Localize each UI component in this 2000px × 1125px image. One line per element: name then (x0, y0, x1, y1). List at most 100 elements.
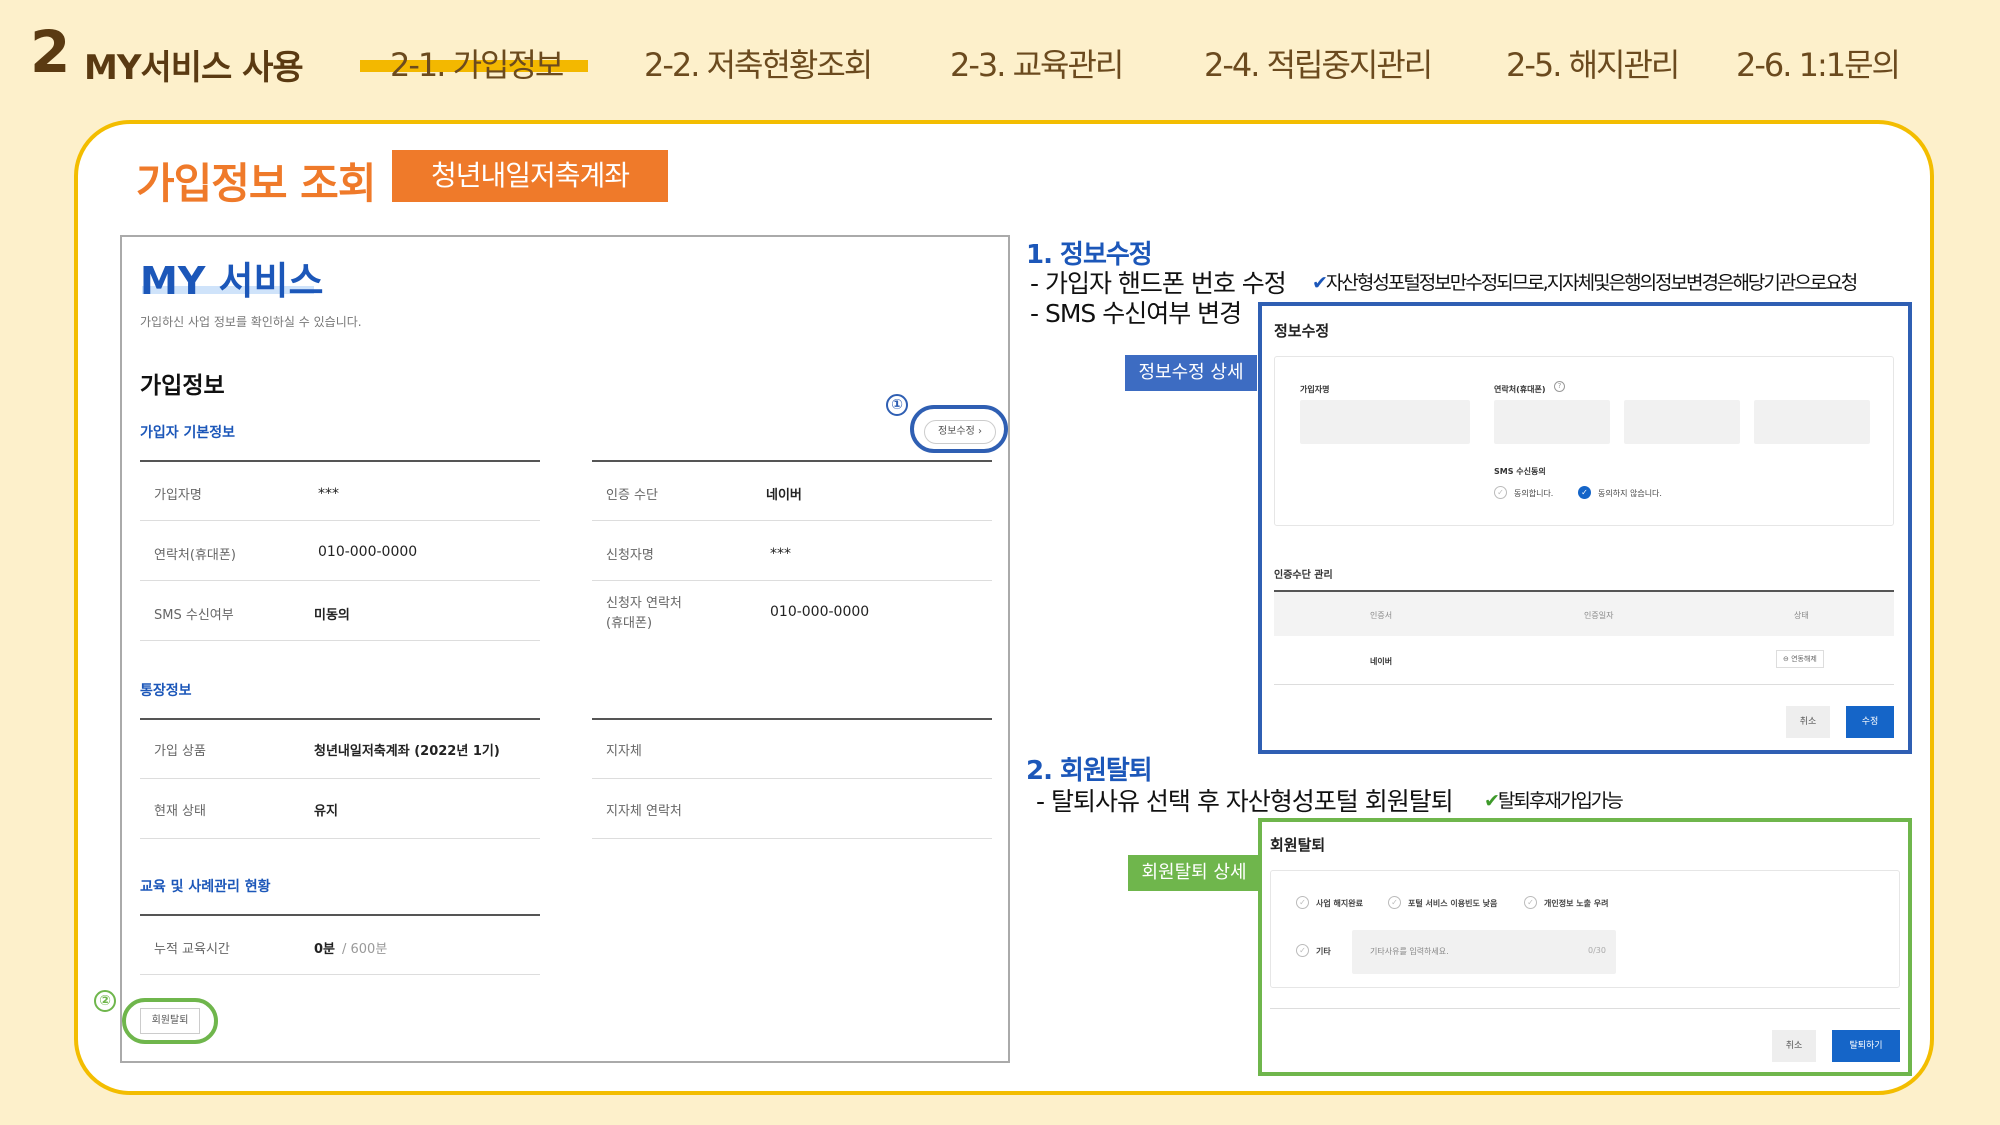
row-label: 가입자명 (154, 488, 202, 503)
auth-title: 인증수단 관리 (1274, 570, 1333, 581)
note-1-remark: ✔자산형성포털정보만수정되므로,지자체및은행의정보변경은해당기관으로요청 (1312, 268, 1858, 295)
row-label: 누적 교육시간 (154, 942, 230, 957)
check-icon[interactable]: ✓ (1494, 486, 1507, 499)
row-value: *** (318, 486, 339, 502)
divider (592, 718, 992, 720)
row-label: 연락처(휴대폰) (154, 548, 236, 563)
tab-inquiry[interactable]: 2-6. 1:1문의 (1736, 40, 1901, 86)
tab-termination[interactable]: 2-5. 해지관리 (1506, 40, 1680, 86)
submit-edit-button[interactable]: 수정 (1846, 706, 1894, 738)
help-icon[interactable]: ? (1554, 381, 1565, 392)
info-heading: 가입정보 (140, 373, 225, 399)
other-reason-placeholder: 기타사유를 입력하세요. (1370, 947, 1449, 956)
basic-info-heading: 가입자 기본정보 (140, 425, 236, 441)
check-icon[interactable]: ✓ (1524, 896, 1537, 909)
reason-option[interactable]: 개인정보 노출 우려 (1544, 898, 1608, 909)
name-label: 가입자명 (1300, 385, 1330, 394)
divider (592, 778, 992, 779)
row-value: *** (770, 546, 791, 562)
divider (592, 838, 992, 839)
row-value: 청년내일저축계좌 (2022년 1기) (314, 744, 500, 759)
row-label-line2: (휴대폰) (606, 616, 653, 631)
reason-option-other[interactable]: 기타 (1316, 946, 1331, 957)
divider (1270, 1008, 1900, 1009)
row-label: 지자체 연락처 (606, 804, 682, 819)
edit-detail-title: 정보수정 (1274, 322, 1330, 340)
unlink-button[interactable]: ⊖ 연동해제 (1776, 650, 1824, 668)
phone-field-3[interactable] (1754, 400, 1870, 444)
row-label: 현재 상태 (154, 804, 206, 819)
education-heading: 교육 및 사례관리 현황 (140, 879, 271, 895)
name-field (1300, 400, 1470, 444)
check-icon[interactable]: ✓ (1296, 896, 1309, 909)
divider (140, 718, 540, 720)
account-info-heading: 통장정보 (140, 683, 192, 699)
tab-savings-status[interactable]: 2-2. 저축현황조회 (644, 40, 873, 86)
edit-info-button[interactable]: 정보수정 › (924, 420, 996, 444)
row-label: 신청자명 (606, 548, 654, 563)
edit-detail-tag: 정보수정 상세 (1125, 355, 1257, 391)
marker-2: ② (94, 990, 116, 1012)
divider (140, 838, 540, 839)
my-service-description: 가입하신 사업 정보를 확인하실 수 있습니다. (140, 315, 362, 329)
divider (140, 640, 540, 641)
my-service-screenshot (120, 235, 1010, 1063)
check-icon[interactable]: ✓ (1296, 944, 1309, 957)
divider (592, 580, 992, 581)
edu-total: / 600분 (342, 942, 388, 957)
cancel-button[interactable]: 취소 (1786, 706, 1830, 738)
withdraw-button[interactable]: 회원탈퇴 (140, 1008, 200, 1034)
row-value: 네이버 (766, 488, 802, 503)
edu-value: 0분 (314, 942, 336, 957)
withdraw-detail-tag: 회원탈퇴 상세 (1128, 855, 1260, 891)
row-value: 010-000-0000 (770, 604, 870, 620)
auth-col-status: 상태 (1794, 611, 1809, 620)
tab-education[interactable]: 2-3. 교육관리 (950, 40, 1124, 86)
row-label: SMS 수신여부 (154, 608, 234, 623)
divider (140, 460, 540, 462)
check-icon[interactable]: ✓ (1578, 486, 1591, 499)
divider (140, 580, 540, 581)
phone-field-1[interactable] (1494, 400, 1610, 444)
divider (140, 778, 540, 779)
row-label: 신청자 연락처 (606, 596, 682, 611)
reason-option[interactable]: 사업 해지완료 (1316, 898, 1363, 909)
note-2-remark: ✔탈퇴후재가입가능 (1484, 786, 1624, 813)
row-label: 인증 수단 (606, 488, 658, 503)
phone-field-2[interactable] (1624, 400, 1740, 444)
row-label: 지자체 (606, 744, 642, 759)
check-icon: ✔ (1312, 272, 1328, 294)
divider (1274, 684, 1894, 685)
tab-join-info[interactable]: 2-1. 가입정보 (390, 40, 564, 86)
tab-deposit-stop[interactable]: 2-4. 적립중지관리 (1204, 40, 1433, 86)
row-value: 010-000-0000 (318, 544, 418, 560)
check-icon: ✔ (1484, 790, 1500, 812)
disagree-option[interactable]: 동의하지 않습니다. (1598, 488, 1662, 499)
agree-option[interactable]: 동의합니다. (1514, 488, 1553, 499)
withdraw-detail-title: 회원탈퇴 (1270, 836, 1326, 854)
my-service-title: MY 서비스 (140, 259, 324, 303)
row-label: 가입 상품 (154, 744, 206, 759)
section-title: MY서비스 사용 (84, 48, 304, 88)
divider (592, 520, 992, 521)
note-2-remark-text: 탈퇴후재가입가능 (1497, 790, 1624, 812)
auth-col-date: 인증일자 (1584, 611, 1614, 620)
sms-label: SMS 수신동의 (1494, 467, 1546, 476)
divider (592, 460, 992, 462)
divider (140, 914, 540, 916)
note-2-line-1: - 탈퇴사유 선택 후 자산형성포털 회원탈퇴 (1036, 787, 1454, 816)
phone-label: 연락처(휴대폰) (1494, 385, 1546, 394)
auth-col-cert: 인증서 (1370, 611, 1393, 620)
marker-1: ① (886, 394, 908, 416)
divider (140, 974, 540, 975)
section-number: 2 (30, 18, 71, 86)
reason-option[interactable]: 포털 서비스 이용빈도 낮음 (1408, 898, 1497, 909)
cancel-button[interactable]: 취소 (1772, 1030, 1816, 1062)
row-value: 미동의 (314, 608, 350, 623)
page-title: 가입정보 조회 (136, 159, 376, 208)
divider (140, 520, 540, 521)
check-icon[interactable]: ✓ (1388, 896, 1401, 909)
note-1-line-2: - SMS 수신여부 변경 (1030, 299, 1242, 328)
note-1-remark-text: 자산형성포털정보만수정되므로,지자체및은행의정보변경은해당기관으로요청 (1325, 272, 1858, 294)
confirm-withdraw-button[interactable]: 탈퇴하기 (1832, 1030, 1900, 1062)
